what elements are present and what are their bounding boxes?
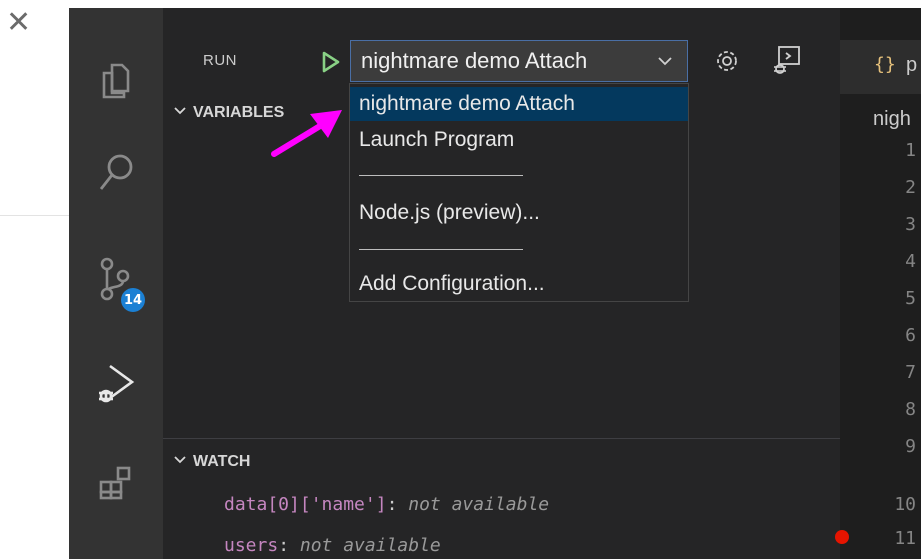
source-control-badge: 14 [121,288,145,312]
editor-tab-label: p [906,54,918,76]
chevron-down-icon [173,104,187,122]
divider [0,215,69,216]
line-number: 9 [905,436,916,457]
run-title: RUN [203,52,237,69]
watch-expression[interactable]: users: not available [224,535,441,556]
debug-console-icon[interactable] [770,44,804,78]
extensions-icon[interactable] [69,448,163,518]
line-number: 2 [905,177,916,198]
dropdown-option[interactable]: nightmare demo Attach [350,87,688,121]
chevron-down-icon [173,453,187,471]
source-control-icon[interactable]: 14 [69,244,163,314]
line-number: 11 [894,528,916,549]
line-number: 5 [905,288,916,309]
watch-section-header[interactable]: WATCH [173,453,250,471]
start-debugging-button[interactable] [318,50,342,74]
line-number: 10 [894,494,916,515]
json-file-icon: {} [874,54,896,75]
dropdown-option[interactable]: Launch Program [350,123,688,157]
explorer-icon[interactable] [69,46,163,116]
line-number: 3 [905,214,916,235]
gear-icon[interactable] [712,46,742,76]
breadcrumb[interactable]: nigh [873,108,911,131]
search-icon[interactable] [69,138,163,208]
dropdown-separator [359,249,523,250]
line-number: 8 [905,399,916,420]
line-number: 4 [905,251,916,272]
watch-value: not available [299,535,441,556]
line-number: 7 [905,362,916,383]
watch-expression[interactable]: data[0]['name']: not available [224,494,549,515]
configuration-select[interactable]: nightmare demo Attach [350,40,688,82]
close-icon[interactable]: ✕ [6,8,36,38]
watch-name: users [224,535,279,556]
watch-value: not available [408,494,550,515]
activity-bar: 14 [69,8,163,559]
dropdown-option[interactable]: Add Configuration... [350,267,688,301]
selected-configuration: nightmare demo Attach [361,48,588,73]
watch-name: data[0]['name'] [224,494,387,515]
configuration-dropdown: nightmare demo Attach Launch Program Nod… [349,83,689,302]
watch-title: WATCH [193,453,251,470]
section-divider [163,438,840,439]
breakpoint-icon[interactable] [835,530,849,544]
arrow-annotation-icon [271,110,342,157]
line-number: 6 [905,325,916,346]
line-number: 1 [905,140,916,161]
dropdown-option[interactable]: Node.js (preview)... [350,196,688,230]
run-debug-icon[interactable] [69,348,163,418]
dropdown-separator [359,175,523,176]
